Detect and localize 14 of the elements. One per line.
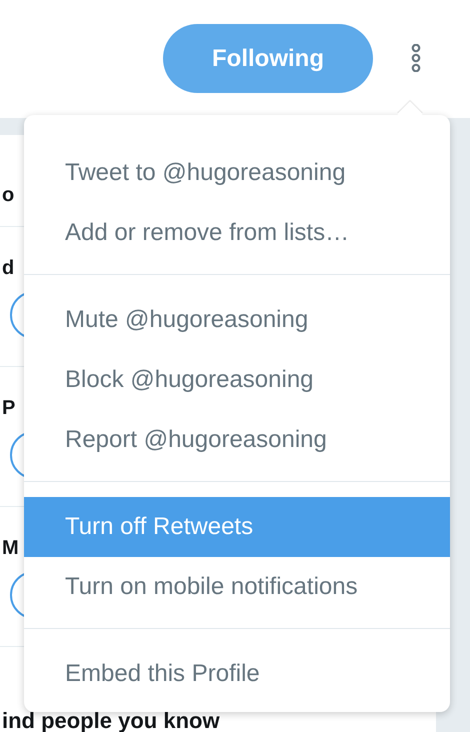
following-button[interactable]: Following <box>163 24 373 93</box>
account-name: M <box>2 536 19 561</box>
menu-item[interactable]: Turn off Retweets <box>24 497 450 557</box>
menu-item[interactable]: Block @hugoreasoning <box>24 350 450 410</box>
account-name: P <box>2 396 16 421</box>
menu-item[interactable]: Embed this Profile <box>24 644 450 704</box>
menu-item[interactable]: Report @hugoreasoning <box>24 410 450 470</box>
menu-item[interactable]: Mute @hugoreasoning <box>24 290 450 350</box>
menu-item[interactable]: Add or remove from lists… <box>24 203 450 263</box>
card-heading: o <box>2 183 14 207</box>
menu-item[interactable]: Turn on mobile notifications <box>24 557 450 617</box>
account-name: d <box>2 256 14 281</box>
more-options-icon[interactable] <box>409 44 423 72</box>
menu-item[interactable]: Tweet to @hugoreasoning <box>24 143 450 203</box>
